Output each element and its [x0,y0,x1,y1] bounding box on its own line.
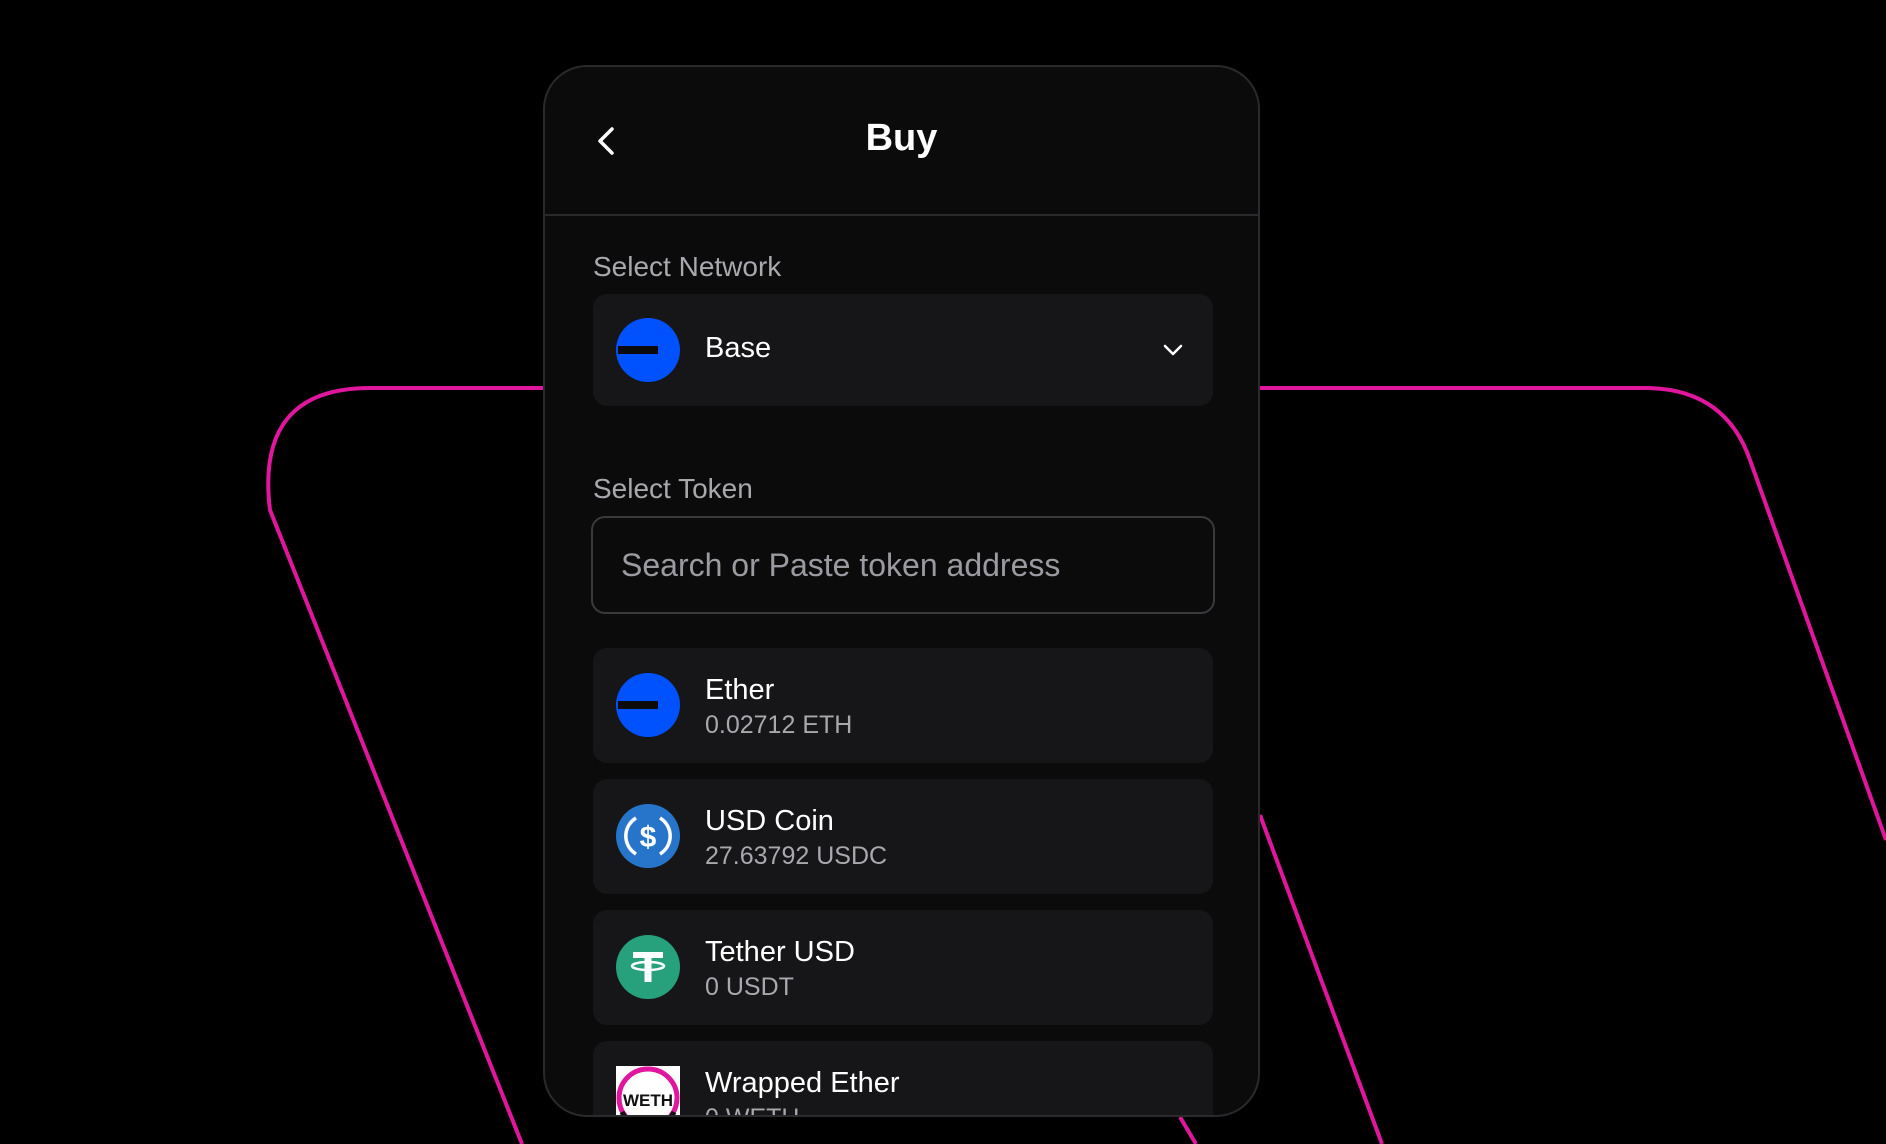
page-title: Buy [865,117,938,159]
base-logo-icon [616,318,680,382]
weth-icon-text: WETH [623,1091,673,1110]
select-token-label: Select Token [593,473,753,504]
token-balance: 0.02712 ETH [705,711,853,739]
accent-line-inner [1258,814,1384,1144]
token-name: Wrapped Ether [705,1067,900,1099]
token-balance: 27.63792 USDC [705,842,888,870]
buy-panel: Buy Select Network Base Select Token Eth… [543,65,1260,1117]
token-search-input[interactable] [593,518,1213,612]
base-logo-icon [616,673,680,737]
token-list-item-usdc[interactable]: $ USD Coin 27.63792 USDC [593,779,1213,894]
usdt-icon [616,935,680,999]
weth-icon: WETH [616,1066,680,1115]
usdc-icon: $ [616,804,680,868]
panel-header: Buy [545,67,1258,216]
token-list-item-ether[interactable]: Ether 0.02712 ETH [593,648,1213,763]
token-list-item-usdt[interactable]: Tether USD 0 USDT [593,910,1213,1025]
chevron-down-icon [1163,344,1183,356]
token-name: Ether [705,674,775,706]
accent-line-outer-right [1260,386,1886,841]
accent-line-inner-bottom [1178,1115,1198,1144]
token-search-box [591,516,1215,614]
token-list-item-weth[interactable]: WETH Wrapped Ether 0 WETH [593,1041,1213,1115]
select-network-label: Select Network [593,251,782,282]
token-name: USD Coin [705,805,834,837]
token-balance: 0 USDT [705,973,794,1001]
token-name: Tether USD [705,936,855,968]
network-selected-value: Base [705,332,772,364]
network-dropdown[interactable]: Base [593,294,1213,406]
accent-line-outer [266,386,543,1144]
token-balance: 0 WETH [705,1104,799,1115]
svg-text:$: $ [640,821,657,854]
